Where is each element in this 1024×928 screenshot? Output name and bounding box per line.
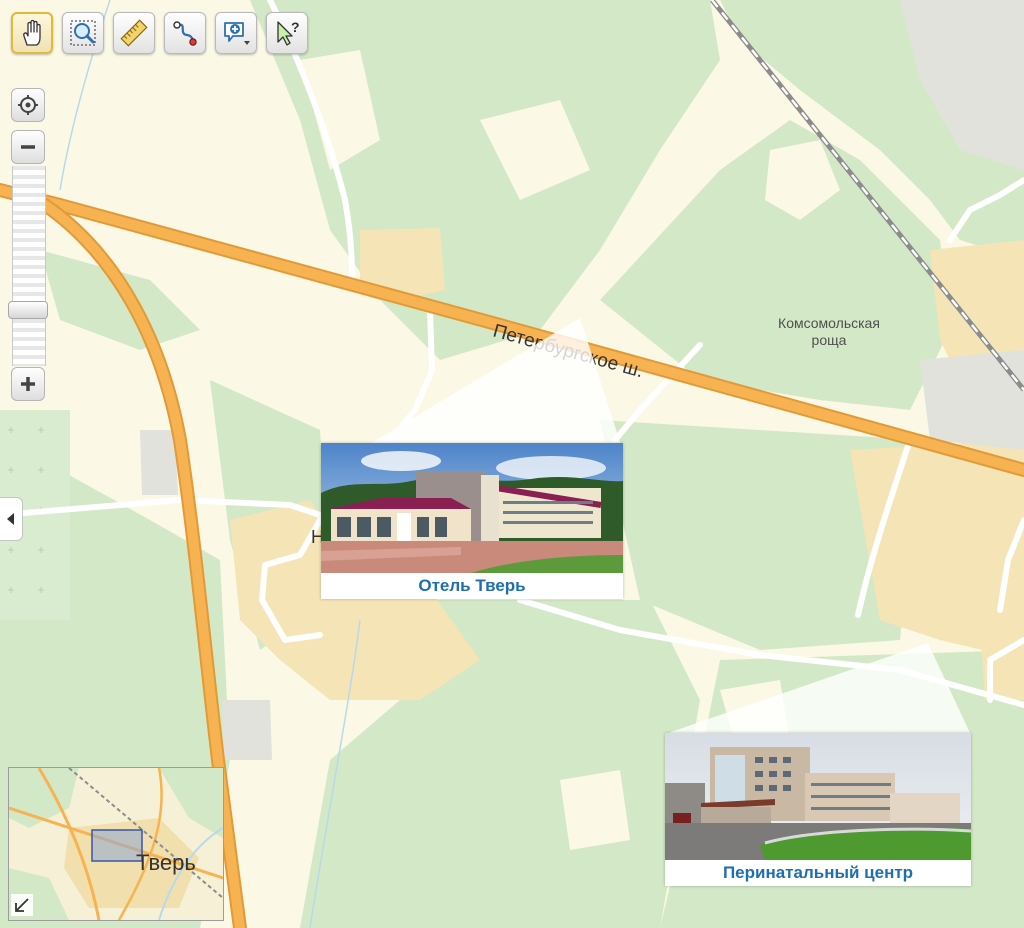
chevron-left-icon [7,513,14,525]
zoom-slider-thumb[interactable] [8,301,48,319]
locate-button[interactable] [11,88,45,122]
plus-icon [21,377,35,391]
park-label-line1: Комсомольская [778,315,880,331]
minus-icon [21,145,35,149]
overview-collapse-arrow-icon[interactable] [11,894,33,916]
add-marker-tool[interactable] [215,12,257,54]
perinatal-photo [665,733,971,860]
crosshair-icon [18,95,38,115]
hotel-caption[interactable]: Отель Тверь [321,572,623,599]
hotel-photo [321,443,623,573]
hotel-card[interactable]: Отель Тверь [321,443,623,599]
overview-map[interactable]: Тверь [8,767,224,921]
help-cursor-tool[interactable]: ? [266,12,308,54]
overview-viewport-rect[interactable] [91,829,143,862]
route-tool[interactable] [164,12,206,54]
ruler-tool[interactable] [113,12,155,54]
zoom-in-button[interactable] [11,367,45,401]
zoom-box-icon [70,20,96,46]
panel-collapse-tab[interactable] [0,497,23,541]
svg-text:?: ? [291,19,300,35]
pan-hand-tool[interactable] [11,12,53,54]
help-cursor-icon: ? [277,19,300,46]
add-marker-icon [224,22,250,45]
zoom-box-tool[interactable] [62,12,104,54]
route-icon [173,21,197,46]
park-label-line2: роща [812,332,847,348]
ruler-icon [120,19,148,47]
overview-city-label: Тверь [136,850,196,875]
hand-icon [23,19,41,46]
overview-map-canvas: Тверь [9,768,223,920]
zoom-out-button[interactable] [11,130,45,164]
zoom-slider-track[interactable] [12,166,46,366]
perinatal-card[interactable]: Перинатальный центр [665,733,971,886]
perinatal-caption[interactable]: Перинатальный центр [665,859,971,886]
